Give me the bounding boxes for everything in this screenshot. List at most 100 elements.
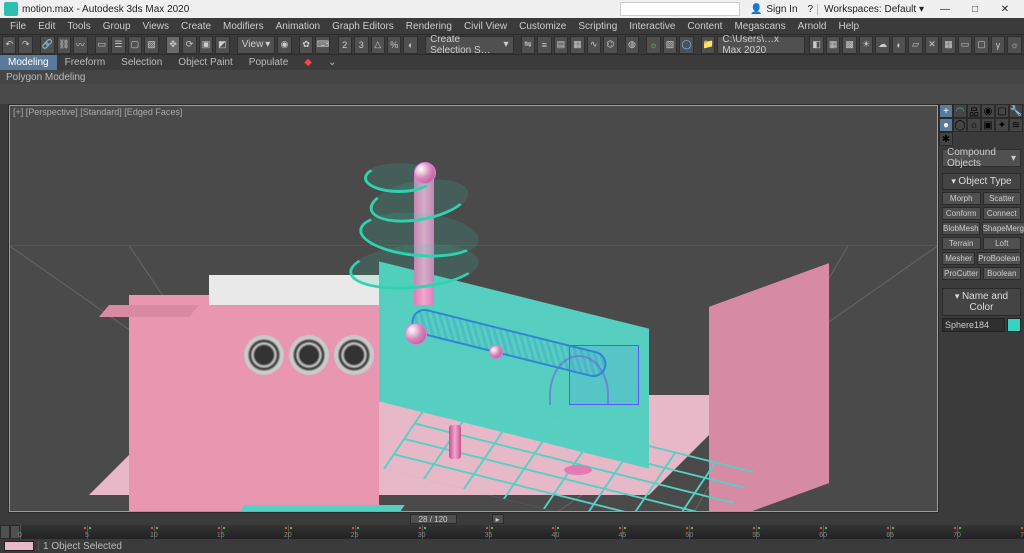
snap-toggle-3d[interactable]: 3 (354, 36, 368, 54)
create-helpers[interactable]: ✦ (995, 118, 1009, 132)
btn-mesher[interactable]: Mesher (942, 252, 975, 265)
time-slider-handle[interactable]: 28 / 120 (410, 514, 457, 524)
create-spacewarps[interactable]: ≋ (1009, 118, 1023, 132)
rendered-frame-button[interactable]: ▧ (663, 36, 677, 54)
object-name-field[interactable]: Sphere184 (942, 318, 1005, 332)
maximize-button[interactable]: □ (960, 0, 990, 18)
menu-modifiers[interactable]: Modifiers (217, 21, 270, 32)
ribbon-tab-modeling[interactable]: Modeling (0, 55, 57, 70)
select-region-button[interactable]: ▢ (128, 36, 142, 54)
menu-create[interactable]: Create (175, 21, 217, 32)
time-slider[interactable]: ◂ 28 / 120 ▸ (0, 513, 1024, 525)
create-geometry[interactable]: ● (939, 118, 953, 132)
minimize-button[interactable]: — (930, 0, 960, 18)
ribbon-group-label[interactable]: Polygon Modeling (6, 72, 86, 83)
btn-blobmesh[interactable]: BlobMesh (942, 222, 980, 235)
btn-connect[interactable]: Connect (983, 207, 1022, 220)
spinner-snap-button[interactable]: ◐ (403, 36, 417, 54)
track-filter-button[interactable] (0, 525, 10, 539)
object-color-swatch[interactable] (1007, 318, 1021, 332)
menu-interactive[interactable]: Interactive (623, 21, 681, 32)
scene-explorer-gutter[interactable] (0, 104, 8, 513)
workspace-picker[interactable]: Workspaces: Default ▾ (817, 4, 930, 15)
menu-tools[interactable]: Tools (61, 21, 96, 32)
create-shapes[interactable]: ◯ (953, 118, 967, 132)
snap-toggle-2d[interactable]: 2 (338, 36, 352, 54)
btn-terrain[interactable]: Terrain (942, 237, 981, 250)
btn-conform[interactable]: Conform (942, 207, 981, 220)
close-button[interactable]: ✕ (990, 0, 1020, 18)
named-selection-dropdown[interactable]: Create Selection S… ▾ (425, 36, 513, 54)
create-systems[interactable]: ✱ (939, 132, 953, 146)
cp-tab-create[interactable]: + (939, 104, 953, 118)
use-center-button[interactable]: ◉ (277, 36, 291, 54)
rollout-name-color[interactable]: ▾ Name and Color (942, 288, 1021, 316)
menu-animation[interactable]: Animation (270, 21, 326, 32)
menu-views[interactable]: Views (137, 21, 176, 32)
lighting-button[interactable]: ☀ (859, 36, 873, 54)
xview-button[interactable]: ✕ (925, 36, 939, 54)
edged-faces-button[interactable]: ▩ (842, 36, 856, 54)
textures-button[interactable]: ▱ (908, 36, 922, 54)
bkg-button[interactable]: ▭ (958, 36, 972, 54)
schematic-view-button[interactable]: ⌬ (603, 36, 617, 54)
curve-editor-button[interactable]: ∿ (587, 36, 601, 54)
time-next-button[interactable]: ▸ (492, 514, 504, 524)
btn-boolean[interactable]: Boolean (983, 267, 1022, 280)
ao-button[interactable]: ◐ (892, 36, 906, 54)
manipulate-button[interactable]: ✿ (299, 36, 313, 54)
help-icon[interactable]: ? (804, 4, 818, 15)
refcoord-dropdown[interactable]: View ▾ (237, 36, 276, 54)
toggle-ribbon-button[interactable]: ▦ (570, 36, 584, 54)
menu-scripting[interactable]: Scripting (572, 21, 623, 32)
btn-proboolean[interactable]: ProBoolean (977, 252, 1021, 265)
percent-snap-button[interactable]: % (387, 36, 401, 54)
cp-tab-display[interactable]: ▢ (995, 104, 1009, 118)
grid-button[interactable]: ▦ (941, 36, 955, 54)
btn-morph[interactable]: Morph (942, 192, 981, 205)
cp-tab-motion[interactable]: ◉ (981, 104, 995, 118)
btn-scatter[interactable]: Scatter (983, 192, 1022, 205)
status-color-swatch[interactable] (4, 541, 34, 551)
select-scale-button[interactable]: ▣ (199, 36, 213, 54)
menu-customize[interactable]: Customize (513, 21, 572, 32)
redo-button[interactable]: ↷ (18, 36, 32, 54)
menu-arnold[interactable]: Arnold (792, 21, 833, 32)
layer-explorer-button[interactable]: ▤ (554, 36, 568, 54)
geometry-category-dropdown[interactable]: Compound Objects▾ (942, 149, 1021, 167)
safe-frame-button[interactable]: ▢ (974, 36, 988, 54)
btn-loft[interactable]: Loft (983, 237, 1022, 250)
shadows-button[interactable]: ☁ (875, 36, 889, 54)
project-path[interactable]: C:\Users\…x Max 2020 (717, 36, 805, 54)
exposure-button[interactable]: ☼ (1007, 36, 1021, 54)
select-by-name-button[interactable]: ☰ (111, 36, 125, 54)
create-lights[interactable]: ☼ (967, 118, 981, 132)
menu-civilview[interactable]: Civil View (458, 21, 513, 32)
viewport[interactable]: [+] [Perspective] [Standard] [Edged Face… (8, 104, 939, 513)
gamma-button[interactable]: γ (991, 36, 1005, 54)
bind-space-warp-button[interactable]: 〰 (73, 36, 87, 54)
ribbon-tab-populate[interactable]: Populate (241, 55, 296, 70)
track-ruler[interactable]: 051015202530354045505560657075 (20, 525, 1024, 539)
select-button[interactable]: ▭ (95, 36, 109, 54)
material-editor-button[interactable]: ◍ (625, 36, 639, 54)
select-rotate-button[interactable]: ⟳ (182, 36, 196, 54)
cp-tab-modify[interactable]: ◠ (953, 104, 967, 118)
select-move-button[interactable]: ✥ (166, 36, 180, 54)
menu-grapheditors[interactable]: Graph Editors (326, 21, 400, 32)
viewport-label[interactable]: [+] [Perspective] [Standard] [Edged Face… (13, 107, 182, 117)
select-place-button[interactable]: ◩ (215, 36, 229, 54)
mirror-button[interactable]: ⇋ (521, 36, 535, 54)
window-crossing-button[interactable]: ▨ (144, 36, 158, 54)
align-button[interactable]: ≡ (537, 36, 551, 54)
ribbon-tab-freeform[interactable]: Freeform (57, 55, 114, 70)
cp-tab-hierarchy[interactable]: 品 (967, 104, 981, 118)
menu-content[interactable]: Content (681, 21, 728, 32)
ribbon-tab-objectpaint[interactable]: Object Paint (170, 55, 240, 70)
create-cameras[interactable]: ▣ (981, 118, 995, 132)
ribbon-tab-selection[interactable]: Selection (113, 55, 170, 70)
wireframe-button[interactable]: ▦ (826, 36, 840, 54)
rollout-object-type[interactable]: ▾ Object Type (942, 173, 1021, 190)
btn-shapemerge[interactable]: ShapeMerge (982, 222, 1024, 235)
btn-procutter[interactable]: ProCutter (942, 267, 981, 280)
